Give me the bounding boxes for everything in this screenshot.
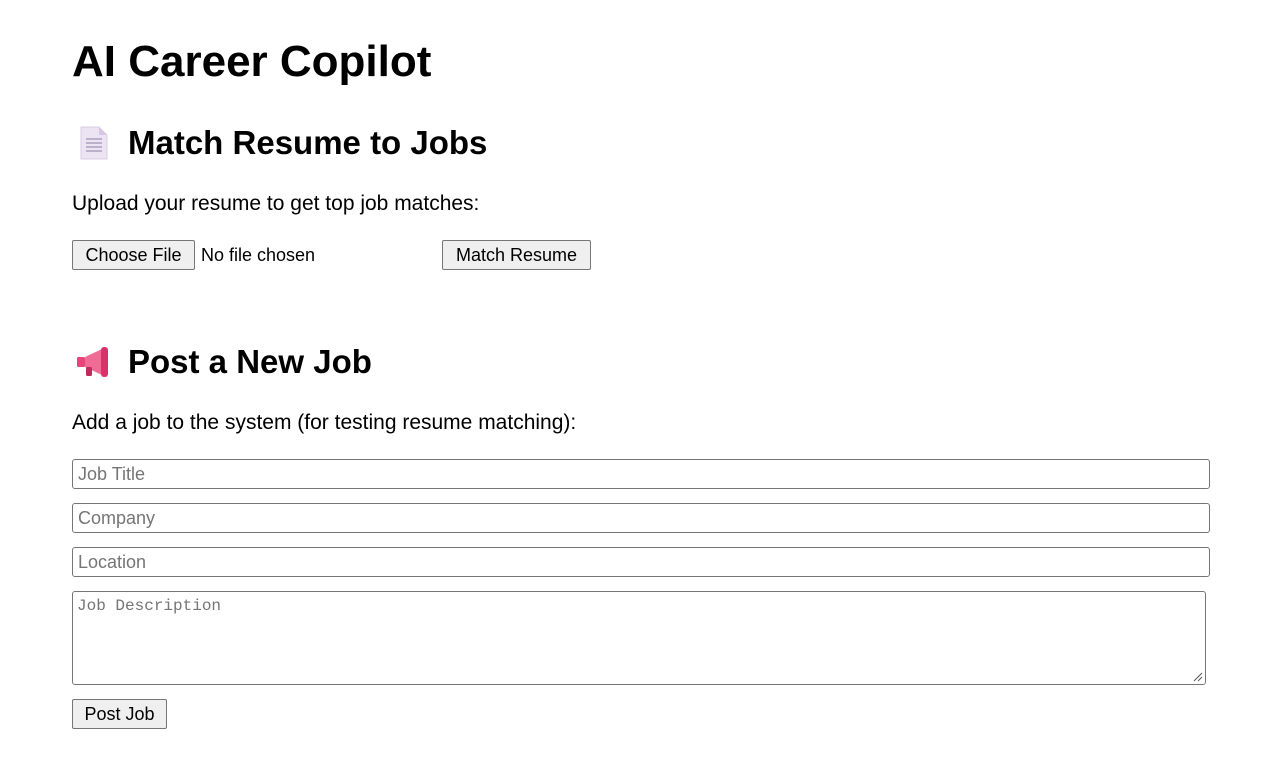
- post-section-heading-text: Post a New Job: [128, 343, 372, 380]
- file-status-label: No file chosen: [201, 245, 316, 265]
- company-input[interactable]: Company: [72, 503, 1210, 533]
- page-facing-up-icon: [72, 125, 116, 161]
- job-description-placeholder: Job Description: [77, 597, 222, 615]
- megaphone-icon: [72, 344, 116, 380]
- job-title-input[interactable]: Job Title: [72, 459, 1210, 489]
- location-input[interactable]: Location: [72, 547, 1210, 577]
- upload-instruction: Upload your resume to get top job matche…: [72, 192, 480, 215]
- page-title: AI Career Copilot: [72, 37, 432, 86]
- match-section-heading: Match Resume to Jobs: [72, 123, 487, 163]
- add-job-instruction: Add a job to the system (for testing res…: [72, 411, 577, 434]
- match-resume-button[interactable]: Match Resume: [442, 240, 591, 270]
- choose-file-button[interactable]: Choose File: [72, 240, 195, 270]
- resize-grip-icon[interactable]: [1193, 672, 1203, 682]
- match-section-heading-text: Match Resume to Jobs: [128, 124, 488, 161]
- job-description-textarea[interactable]: Job Description: [72, 591, 1206, 685]
- post-job-button[interactable]: Post Job: [72, 699, 167, 729]
- post-section-heading: Post a New Job: [72, 342, 372, 382]
